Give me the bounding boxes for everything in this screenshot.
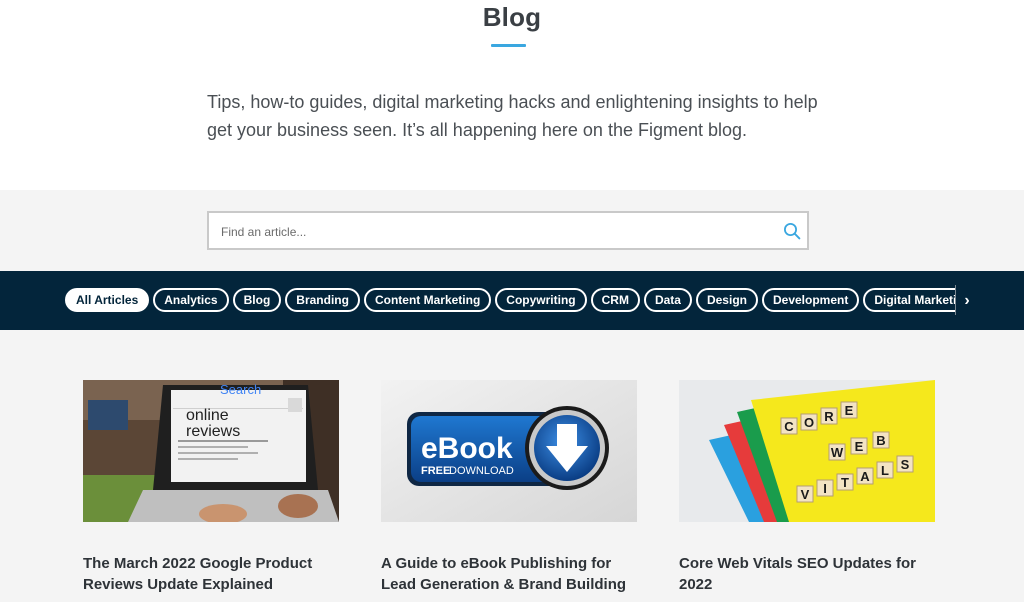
download-word: DOWNLOAD <box>449 465 514 477</box>
svg-text:W: W <box>831 445 844 460</box>
article-title[interactable]: The March 2022 Google Product Reviews Up… <box>83 553 339 595</box>
svg-text:S: S <box>901 457 910 472</box>
page-header: Blog Tips, how-to guides, digital market… <box>0 0 1024 190</box>
headline-word: online <box>186 407 229 424</box>
category-copywriting[interactable]: Copywriting <box>495 288 587 312</box>
article-thumbnail[interactable]: Search online reviews <box>83 380 339 522</box>
category-branding[interactable]: Branding <box>285 288 360 312</box>
article-thumbnail[interactable]: C O R E W E B V I T A L S <box>679 380 935 522</box>
title-underline <box>491 44 526 47</box>
svg-text:C: C <box>784 419 794 434</box>
ebook-image: eBook FREE DOWNLOAD <box>381 380 637 522</box>
category-crm[interactable]: CRM <box>590 288 640 312</box>
ebook-word: eBook <box>421 432 513 465</box>
svg-text:L: L <box>881 463 889 478</box>
svg-text:T: T <box>841 475 849 490</box>
category-design[interactable]: Design <box>695 288 758 312</box>
article-title[interactable]: Core Web Vitals SEO Updates for 2022 <box>679 553 935 595</box>
category-divider <box>955 285 956 315</box>
search-box[interactable] <box>207 211 809 250</box>
article-thumbnail[interactable]: eBook FREE DOWNLOAD <box>381 380 637 522</box>
category-list: All Articles Analytics Blog Branding Content… <box>65 288 955 314</box>
category-all-articles[interactable]: All Articles <box>65 288 150 312</box>
svg-text:E: E <box>845 403 854 418</box>
svg-text:E: E <box>855 439 864 454</box>
search-word: Search <box>220 382 261 397</box>
article-card[interactable]: C O R E W E B V I T A L S Core Web Vital… <box>679 380 935 595</box>
article-card[interactable]: Search online reviews The March 2022 Goo… <box>83 380 339 595</box>
svg-text:A: A <box>860 469 870 484</box>
svg-text:O: O <box>804 415 814 430</box>
category-data[interactable]: Data <box>643 288 692 312</box>
category-digital-marketing[interactable]: Digital Marketing <box>863 288 955 312</box>
core-web-vitals-image: C O R E W E B V I T A L S <box>679 380 935 522</box>
svg-text:I: I <box>823 481 827 496</box>
svg-text:V: V <box>801 487 810 502</box>
article-card[interactable]: eBook FREE DOWNLOAD A Guide to eBook Pub… <box>381 380 637 595</box>
category-blog[interactable]: Blog <box>232 288 282 312</box>
chevron-right-icon[interactable]: › <box>960 291 974 311</box>
category-development[interactable]: Development <box>761 288 860 312</box>
page-title: Blog <box>482 2 542 32</box>
online-reviews-image: Search online reviews <box>83 380 339 522</box>
search-input[interactable] <box>219 213 763 250</box>
article-title[interactable]: A Guide to eBook Publishing for Lead Gen… <box>381 553 637 595</box>
category-bar: All Articles Analytics Blog Branding Content… <box>0 271 1024 330</box>
search-icon[interactable] <box>783 222 801 240</box>
svg-text:R: R <box>824 409 834 424</box>
category-content-marketing[interactable]: Content Marketing <box>363 288 492 312</box>
free-word: FREE <box>421 465 450 477</box>
svg-text:reviews: reviews <box>186 423 240 440</box>
intro-text: Tips, how-to guides, digital marketing h… <box>207 92 818 140</box>
category-analytics[interactable]: Analytics <box>153 288 229 312</box>
svg-text:B: B <box>876 433 885 448</box>
